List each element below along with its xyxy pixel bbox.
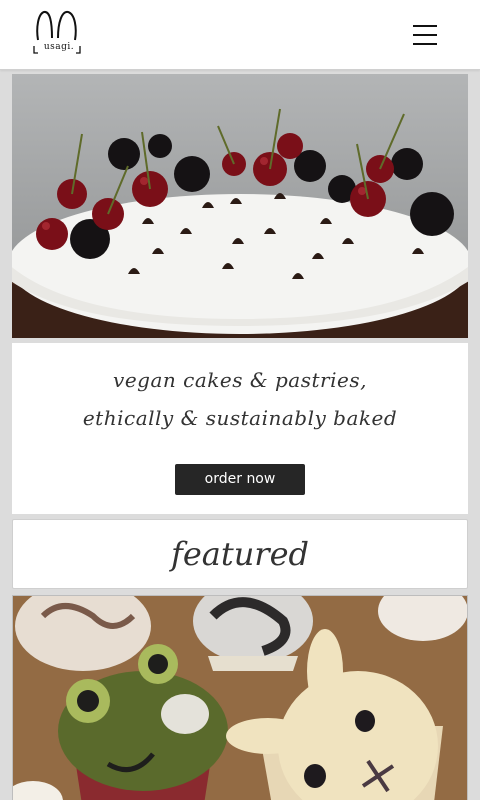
featured-title: featured: [170, 535, 310, 573]
menu-line-top: [413, 25, 437, 27]
order-now-button[interactable]: order now: [175, 464, 305, 495]
tagline-card: vegan cakes & pastries, ethically & sust…: [12, 343, 468, 514]
hero-cake-image: [12, 74, 468, 338]
cake-illustration: [12, 74, 468, 338]
featured-cupcakes-image[interactable]: [12, 595, 468, 800]
hamburger-menu-button[interactable]: [406, 20, 444, 50]
featured-heading-card: featured: [12, 519, 468, 589]
usagi-logo[interactable]: usagi.: [30, 8, 88, 58]
menu-line-bottom: [413, 43, 437, 45]
tagline-line-1: vegan cakes & pastries,: [113, 368, 367, 392]
site-header: usagi.: [0, 0, 480, 70]
logo-text: usagi.: [43, 42, 75, 52]
page: usagi. vegan cakes & pastries, ethically…: [0, 0, 480, 800]
tagline-line-2: ethically & sustainably baked: [82, 406, 398, 430]
menu-line-middle: [413, 34, 437, 36]
cupcakes-illustration: [13, 596, 467, 800]
